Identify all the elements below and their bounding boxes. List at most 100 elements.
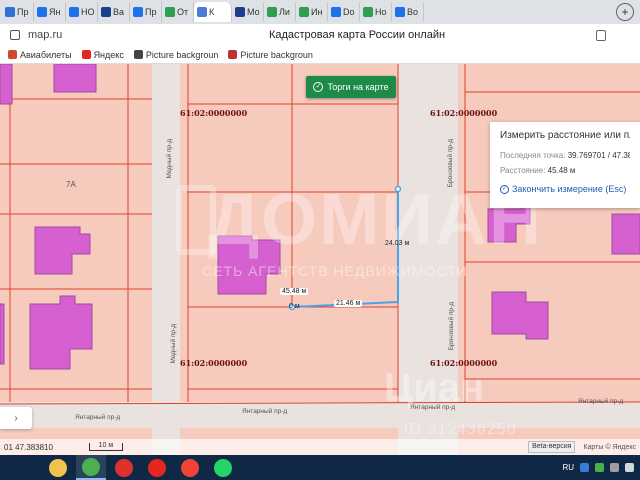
tab-favicon-icon [235, 7, 245, 17]
check-circle-icon: ✓ [500, 184, 509, 194]
distance-row: Расстояние: 45.48 м [500, 166, 576, 175]
browser-tab[interactable]: Пр [130, 2, 162, 22]
tray-icon[interactable] [595, 463, 604, 472]
lock-icon[interactable] [10, 30, 20, 40]
cadastral-label[interactable]: 61:02:0000000 [180, 108, 247, 118]
page-title: Кадастровая карта России онлайн [268, 29, 446, 41]
bookmark-yandex[interactable]: Яндекс [81, 50, 124, 60]
tab-label: Но [375, 7, 387, 17]
tab-label: Пр [17, 7, 29, 17]
tab-favicon-icon [5, 7, 15, 17]
distance-label-start: 0 м [289, 303, 300, 310]
cadastral-label[interactable]: 61:02:0000000 [430, 108, 497, 118]
finish-measure-button[interactable]: ✓ Закончить измерение (Esc) [500, 184, 630, 194]
tray-icon[interactable] [580, 463, 589, 472]
taskbar-app-opera[interactable] [109, 455, 139, 480]
bookmark-aviabilety[interactable]: Авиабилеты [8, 50, 72, 60]
browser-tab[interactable]: НО [66, 2, 98, 22]
browser-tab[interactable]: К [194, 2, 232, 22]
chrome-icon [82, 457, 100, 476]
map-footer: 01 47.383810 10 м Beta-версия Карты © Ян… [0, 439, 640, 455]
tab-label: Do [343, 7, 355, 17]
distance-label-total: 45.48 м [280, 288, 309, 295]
taskbar: RU [0, 455, 640, 480]
tab-favicon-icon [197, 7, 207, 17]
street-label: Янтарный пр-д [410, 404, 456, 411]
cadastral-map[interactable]: ДОМИАН СЕТЬ АГЕНТСТВ НЕДВИЖИМОСТИ Циан I… [0, 64, 640, 455]
browser-tab[interactable]: Во [392, 2, 424, 22]
street-label: Бронзовый пр-д [448, 302, 455, 351]
road-medny [152, 64, 180, 455]
parcel-number: 7А [66, 180, 76, 189]
bookmarks-bar: Авиабилеты Яндекс Picture backgroun Pict… [0, 46, 640, 64]
coordinate-toggle[interactable]: › [0, 407, 32, 429]
street-label: Янтарный пр-д [242, 408, 288, 415]
beta-badge[interactable]: Beta-версия [528, 441, 576, 453]
browser-tab[interactable]: От [162, 2, 194, 22]
address-bar: map.ru Кадастровая карта России онлайн [0, 24, 640, 46]
tab-favicon-icon [69, 7, 79, 17]
new-tab-button[interactable]: + [616, 3, 634, 21]
bookmark-picture-2[interactable]: Picture backgroun [228, 50, 313, 60]
tab-label: НО [81, 7, 95, 17]
measure-point [394, 185, 402, 193]
language-indicator[interactable]: RU [562, 463, 574, 472]
taskbar-app-anydesk[interactable] [175, 455, 205, 480]
browser-tab[interactable]: Ва [98, 2, 130, 22]
street-label: Бронзовый пр-д [447, 139, 454, 188]
browser-tab[interactable]: Но [360, 2, 392, 22]
last-point-row: Последняя точка: 39.769701 / 47.38 [500, 151, 630, 160]
building [53, 64, 97, 93]
start-area[interactable] [0, 455, 40, 480]
tab-favicon-icon [37, 7, 47, 17]
yandex-icon [81, 50, 91, 59]
torgi-button[interactable]: ✓ Торги на карте [306, 76, 396, 98]
cadastral-label[interactable]: 61:02:0000000 [180, 358, 247, 368]
tab-label: Пр [145, 7, 157, 17]
tray-icon[interactable] [610, 463, 619, 472]
tray-icon[interactable] [625, 463, 634, 472]
tab-favicon-icon [363, 7, 373, 17]
tab-favicon-icon [395, 7, 405, 17]
whatsapp-icon [214, 458, 232, 477]
street-label: Медный пр-д [170, 324, 177, 364]
tab-favicon-icon [165, 7, 175, 17]
taskbar-app-chrome[interactable] [76, 455, 106, 480]
browser-tab[interactable]: Ян [34, 2, 66, 22]
street-label: Медный пр-д [166, 139, 173, 179]
copy-icon[interactable] [596, 29, 606, 41]
bookmark-picture-1[interactable]: Picture backgroun [133, 50, 218, 60]
cadastral-label[interactable]: 61:02:0000000 [430, 358, 497, 368]
url-field[interactable]: map.ru [28, 29, 178, 41]
map-attribution[interactable]: Карты © Яндекс [583, 444, 636, 451]
street-label: Янтарный пр-д [578, 398, 624, 405]
browser-tab[interactable]: Мо [232, 2, 264, 22]
tab-label: Ян [49, 7, 61, 17]
taskbar-app-yandex[interactable] [142, 455, 172, 480]
building [611, 213, 640, 255]
browser-tab[interactable]: Пр [2, 2, 34, 22]
picture-icon [228, 50, 238, 59]
tab-favicon-icon [101, 7, 111, 17]
tab-label: Мо [247, 7, 260, 17]
tab-strip: Пр Ян НО Ва Пр От К Мо Ли Ин Do Но Во + [0, 0, 640, 24]
browser-tab[interactable]: Do [328, 2, 360, 22]
taskbar-app-explorer[interactable] [43, 455, 73, 480]
tab-label: Ин [311, 7, 323, 17]
distance-label-horizontal: 21.46 м [334, 300, 363, 307]
tab-label: К [209, 7, 215, 17]
explorer-icon [49, 458, 67, 477]
browser-tab[interactable]: Ин [296, 2, 328, 22]
tabbar-controls: + [616, 3, 640, 21]
yandex-icon [148, 458, 166, 477]
browser-tab[interactable]: Ли [264, 2, 296, 22]
measure-panel-title: Измерить расстояние или площ [500, 130, 630, 141]
system-tray: RU [562, 463, 640, 472]
distance-label-vertical: 24.03 м [385, 240, 410, 247]
street-label: Янтарный пр-д [75, 414, 121, 421]
tab-favicon-icon [133, 7, 143, 17]
scale-bar: 10 м [88, 442, 123, 451]
cursor-coordinates: 01 47.383810 [4, 442, 53, 452]
tab-label: Ва [113, 7, 125, 17]
taskbar-app-whatsapp[interactable] [208, 455, 238, 480]
